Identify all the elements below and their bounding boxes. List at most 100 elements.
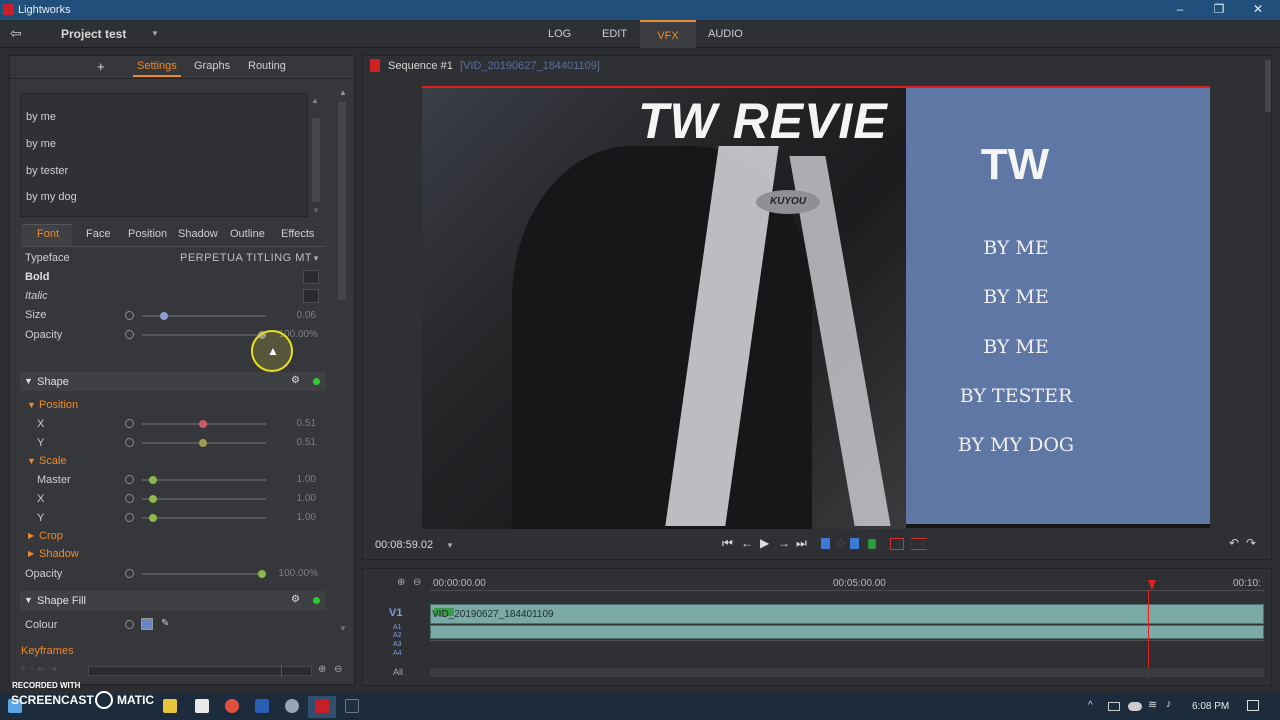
- enabled-indicator[interactable]: [313, 378, 320, 385]
- add-effect-button[interactable]: +: [97, 59, 105, 74]
- collapse-arrow-icon[interactable]: ▼: [24, 595, 33, 605]
- keyframe-strip[interactable]: [88, 666, 312, 676]
- reset-icon[interactable]: [125, 311, 134, 320]
- step-back-button[interactable]: ←: [741, 536, 753, 550]
- shape-opacity-slider[interactable]: [142, 573, 266, 575]
- collapse-arrow-icon[interactable]: ▼: [27, 456, 36, 466]
- scale-y-value[interactable]: 1.00: [276, 512, 316, 523]
- word-icon[interactable]: [255, 699, 269, 713]
- remove-section-icon[interactable]: [911, 538, 927, 550]
- track-a4-label[interactable]: A4: [393, 650, 402, 657]
- tray-keyboard-icon[interactable]: [1108, 702, 1120, 711]
- track-a1-label[interactable]: A1: [393, 624, 402, 631]
- track-a3-label[interactable]: A3: [393, 641, 402, 648]
- list-item[interactable]: by tester: [26, 165, 68, 177]
- subtab-effects[interactable]: Effects: [281, 228, 314, 240]
- volume-icon[interactable]: ♪: [1166, 698, 1172, 710]
- reset-icon[interactable]: [125, 419, 134, 428]
- list-scrollbar[interactable]: [312, 118, 320, 202]
- wifi-icon[interactable]: ≋: [1148, 698, 1157, 711]
- onedrive-icon[interactable]: [1128, 702, 1142, 711]
- redo-icon[interactable]: ↷: [1246, 536, 1256, 550]
- list-item[interactable]: by my dog: [26, 191, 77, 203]
- viewer-scrollbar[interactable]: [1265, 60, 1271, 112]
- diamond-icon[interactable]: ◇: [837, 538, 845, 549]
- menu-log[interactable]: LOG: [548, 28, 571, 40]
- enabled-indicator[interactable]: [313, 597, 320, 604]
- master-slider[interactable]: [142, 479, 266, 481]
- tab-graphs[interactable]: Graphs: [194, 60, 230, 72]
- timeline-scrollbar[interactable]: [430, 668, 1264, 677]
- clock[interactable]: 6:08 PM: [1192, 701, 1229, 712]
- eyedropper-icon[interactable]: ✎: [161, 618, 169, 629]
- keyframes-label[interactable]: Keyframes: [21, 645, 74, 657]
- position-group-label[interactable]: Position: [39, 399, 78, 411]
- menu-edit[interactable]: EDIT: [602, 28, 627, 40]
- lightworks-taskbar-icon[interactable]: [315, 699, 329, 713]
- pos-x-value[interactable]: 0.51: [276, 418, 316, 429]
- scale-y-knob[interactable]: [149, 514, 157, 522]
- expand-arrow-icon[interactable]: ▶: [28, 531, 34, 540]
- size-slider-knob[interactable]: [160, 312, 168, 320]
- timecode-dropdown-icon[interactable]: ▼: [446, 541, 454, 550]
- pos-x-knob[interactable]: [199, 420, 207, 428]
- crop-group-label[interactable]: Crop: [39, 530, 63, 542]
- shape-opacity-value[interactable]: 100.00%: [272, 568, 318, 579]
- zoom-in-icon[interactable]: ⊕: [397, 577, 405, 588]
- project-name[interactable]: Project test: [61, 27, 126, 41]
- play-button[interactable]: ▶: [760, 536, 769, 550]
- list-scroll-down-icon[interactable]: ▼: [312, 206, 320, 215]
- list-scroll-up-icon[interactable]: ▲: [311, 96, 319, 105]
- scale-x-slider[interactable]: [142, 498, 266, 500]
- reset-icon[interactable]: [125, 494, 134, 503]
- collapse-arrow-icon[interactable]: ▼: [24, 376, 33, 386]
- playhead-marker[interactable]: [1148, 580, 1156, 590]
- close-button[interactable]: ✕: [1248, 2, 1268, 18]
- file-explorer-icon[interactable]: [163, 699, 177, 713]
- audio-clip[interactable]: [430, 625, 1264, 639]
- settings-gear-icon[interactable]: [285, 699, 299, 713]
- tab-settings[interactable]: Settings: [137, 60, 177, 72]
- exit-icon[interactable]: ⇦: [10, 25, 22, 42]
- subtab-position[interactable]: Position: [128, 228, 167, 240]
- shape-opacity-knob[interactable]: [258, 570, 266, 578]
- timecode-display[interactable]: 00:08:59.02: [375, 539, 433, 551]
- colour-swatch[interactable]: [141, 618, 153, 630]
- track-v1-label[interactable]: V1: [389, 607, 402, 619]
- chrome-icon[interactable]: [225, 699, 239, 713]
- size-value[interactable]: 0.06: [276, 310, 316, 321]
- playhead-line[interactable]: [1148, 590, 1149, 678]
- gear-icon[interactable]: ⚙: [291, 375, 300, 386]
- minimize-button[interactable]: –: [1170, 2, 1190, 18]
- italic-checkbox[interactable]: [303, 289, 319, 303]
- panel-scroll-up-icon[interactable]: ▲: [339, 88, 347, 97]
- zoom-out-icon[interactable]: ⊖: [413, 577, 421, 588]
- clear-marks-icon[interactable]: [890, 538, 904, 550]
- go-to-end-button[interactable]: ⏭: [796, 536, 807, 551]
- mark-in-icon[interactable]: [821, 538, 830, 549]
- maximize-button[interactable]: ❐: [1209, 2, 1229, 18]
- terminal-icon[interactable]: [345, 699, 359, 713]
- notepad-icon[interactable]: [195, 699, 209, 713]
- opacity-slider[interactable]: [142, 334, 266, 336]
- track-a2-label[interactable]: A2: [393, 632, 402, 639]
- scale-y-slider[interactable]: [142, 517, 266, 519]
- collapse-arrow-icon[interactable]: ▼: [27, 400, 36, 410]
- undo-icon[interactable]: ↶: [1229, 536, 1239, 550]
- all-tracks-label[interactable]: All: [393, 667, 403, 677]
- bold-checkbox[interactable]: [303, 270, 319, 284]
- master-value[interactable]: 1.00: [276, 474, 316, 485]
- tab-routing[interactable]: Routing: [248, 60, 286, 72]
- reset-icon[interactable]: [125, 330, 134, 339]
- master-knob[interactable]: [149, 476, 157, 484]
- list-item[interactable]: by me: [26, 138, 56, 150]
- gear-icon[interactable]: ⚙: [291, 594, 300, 605]
- step-forward-button[interactable]: →: [778, 536, 790, 550]
- shadow-group-label[interactable]: Shadow: [39, 548, 79, 560]
- typeface-dropdown[interactable]: PERPETUA TITLING MT: [180, 252, 312, 264]
- subtab-face[interactable]: Face: [86, 228, 110, 240]
- reset-icon[interactable]: [125, 513, 134, 522]
- pos-y-value[interactable]: 0.51: [276, 437, 316, 448]
- expand-arrow-icon[interactable]: ▶: [28, 549, 34, 558]
- subtab-shadow[interactable]: Shadow: [178, 228, 218, 240]
